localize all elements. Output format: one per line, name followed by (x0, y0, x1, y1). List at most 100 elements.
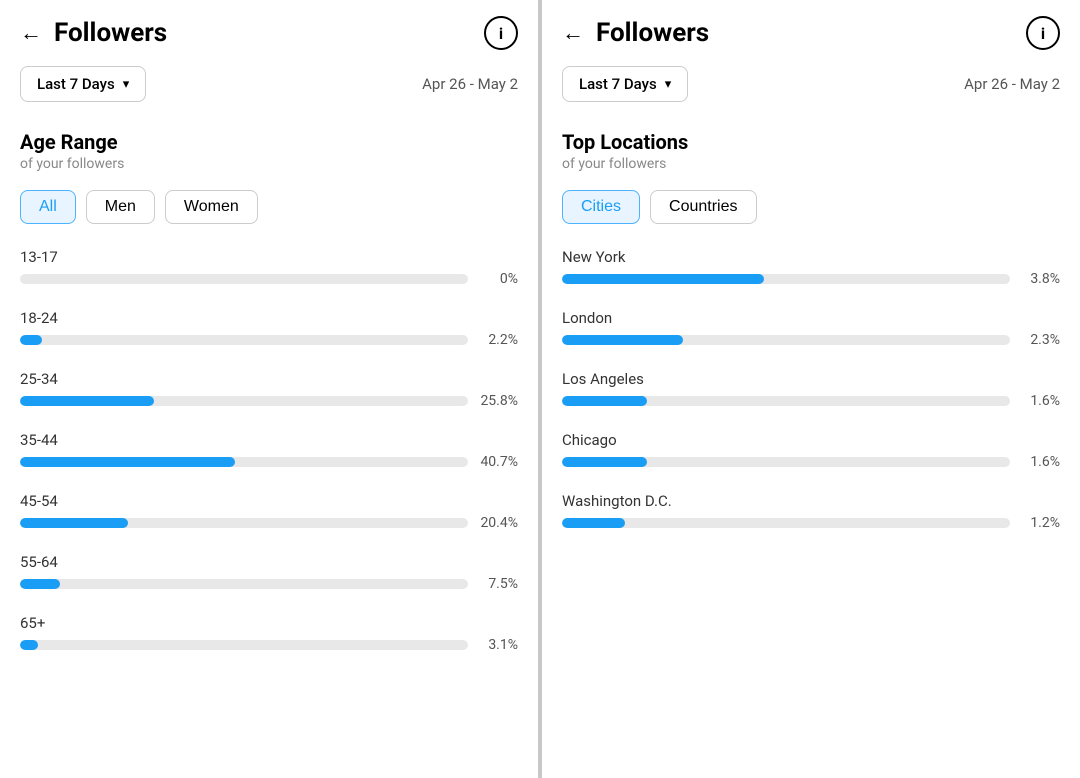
bar-fill (562, 457, 647, 467)
location-bar-row: Los Angeles 1.6% (562, 370, 1060, 409)
bar-fill (20, 457, 235, 467)
age-bar-row: 18-24 2.2% (20, 309, 518, 348)
bar-label: Los Angeles (562, 370, 1060, 388)
right-panel: ← Followers i Last 7 Days ▾ Apr 26 - May… (542, 0, 1080, 778)
left-info-icon[interactable]: i (484, 16, 518, 50)
bar-track: 25.8% (20, 393, 518, 409)
bar-bg (562, 335, 1010, 345)
location-bar-row: London 2.3% (562, 309, 1060, 348)
bar-track: 3.8% (562, 271, 1060, 287)
bar-track: 2.3% (562, 332, 1060, 348)
bar-track: 1.2% (562, 515, 1060, 531)
bar-track: 40.7% (20, 454, 518, 470)
location-bar-row: New York 3.8% (562, 248, 1060, 287)
tab-women[interactable]: Women (165, 190, 258, 224)
bar-bg (562, 457, 1010, 467)
bar-fill (20, 335, 42, 345)
right-info-icon[interactable]: i (1026, 16, 1060, 50)
bar-fill (20, 518, 128, 528)
bar-track: 0% (20, 271, 518, 287)
bar-fill (562, 335, 683, 345)
age-bar-row: 55-64 7.5% (20, 553, 518, 592)
bar-bg (562, 274, 1010, 284)
bar-track: 20.4% (20, 515, 518, 531)
bar-track: 1.6% (562, 454, 1060, 470)
right-header: ← Followers i (562, 16, 1060, 50)
left-tabs: All Men Women (20, 190, 518, 224)
bar-pct: 7.5% (478, 576, 518, 592)
left-page-title: Followers (54, 18, 167, 48)
bar-bg (20, 518, 468, 528)
left-panel: ← Followers i Last 7 Days ▾ Apr 26 - May… (0, 0, 538, 778)
bar-label: 25-34 (20, 370, 518, 388)
bar-label: 55-64 (20, 553, 518, 571)
age-bar-row: 25-34 25.8% (20, 370, 518, 409)
left-date-selector[interactable]: Last 7 Days ▾ (20, 66, 146, 102)
location-bar-row: Washington D.C. 1.2% (562, 492, 1060, 531)
tab-all[interactable]: All (20, 190, 76, 224)
left-section-sub: of your followers (20, 156, 518, 172)
bar-label: 45-54 (20, 492, 518, 510)
left-bars-container: 13-17 0% 18-24 2.2% 25-34 25.8% (20, 248, 518, 653)
age-bar-row: 45-54 20.4% (20, 492, 518, 531)
right-tabs: Cities Countries (562, 190, 1060, 224)
bar-pct: 2.2% (478, 332, 518, 348)
age-bar-row: 35-44 40.7% (20, 431, 518, 470)
bar-pct: 25.8% (478, 393, 518, 409)
bar-bg (20, 579, 468, 589)
bar-pct: 3.1% (478, 637, 518, 653)
bar-label: 18-24 (20, 309, 518, 327)
right-section-title: Top Locations (562, 130, 1060, 154)
bar-label: 35-44 (20, 431, 518, 449)
bar-label: Chicago (562, 431, 1060, 449)
bar-label: Washington D.C. (562, 492, 1060, 510)
bar-track: 1.6% (562, 393, 1060, 409)
bar-fill (562, 518, 625, 528)
left-date-range: Apr 26 - May 2 (422, 75, 518, 93)
left-chevron-icon: ▾ (123, 77, 130, 92)
bar-fill (562, 396, 647, 406)
bar-pct: 1.6% (1020, 393, 1060, 409)
bar-track: 7.5% (20, 576, 518, 592)
bar-label: New York (562, 248, 1060, 266)
bar-pct: 40.7% (478, 454, 518, 470)
bar-bg (562, 396, 1010, 406)
right-bars-container: New York 3.8% London 2.3% Los Angeles (562, 248, 1060, 531)
bar-track: 3.1% (20, 637, 518, 653)
bar-pct: 3.8% (1020, 271, 1060, 287)
age-bar-row: 65+ 3.1% (20, 614, 518, 653)
bar-pct: 1.2% (1020, 515, 1060, 531)
bar-bg (20, 396, 468, 406)
bar-bg (20, 457, 468, 467)
right-date-row: Last 7 Days ▾ Apr 26 - May 2 (562, 66, 1060, 102)
bar-label: London (562, 309, 1060, 327)
bar-pct: 0% (478, 271, 518, 287)
bar-track: 2.2% (20, 332, 518, 348)
bar-fill (562, 274, 764, 284)
bar-fill (20, 396, 154, 406)
right-chevron-icon: ▾ (665, 77, 672, 92)
right-section-sub: of your followers (562, 156, 1060, 172)
bar-pct: 1.6% (1020, 454, 1060, 470)
right-date-range: Apr 26 - May 2 (964, 75, 1060, 93)
left-date-label: Last 7 Days (37, 75, 115, 93)
tab-countries[interactable]: Countries (650, 190, 756, 224)
left-back-button[interactable]: ← (20, 20, 42, 46)
tab-cities[interactable]: Cities (562, 190, 640, 224)
age-bar-row: 13-17 0% (20, 248, 518, 287)
bar-fill (20, 640, 38, 650)
location-bar-row: Chicago 1.6% (562, 431, 1060, 470)
bar-bg (20, 640, 468, 650)
right-back-button[interactable]: ← (562, 20, 584, 46)
bar-pct: 20.4% (478, 515, 518, 531)
bar-label: 13-17 (20, 248, 518, 266)
left-date-row: Last 7 Days ▾ Apr 26 - May 2 (20, 66, 518, 102)
left-section-title: Age Range (20, 130, 518, 154)
bar-fill (20, 579, 60, 589)
right-date-selector[interactable]: Last 7 Days ▾ (562, 66, 688, 102)
right-date-label: Last 7 Days (579, 75, 657, 93)
tab-men[interactable]: Men (86, 190, 155, 224)
bar-bg (20, 335, 468, 345)
bar-bg (20, 274, 468, 284)
bar-bg (562, 518, 1010, 528)
